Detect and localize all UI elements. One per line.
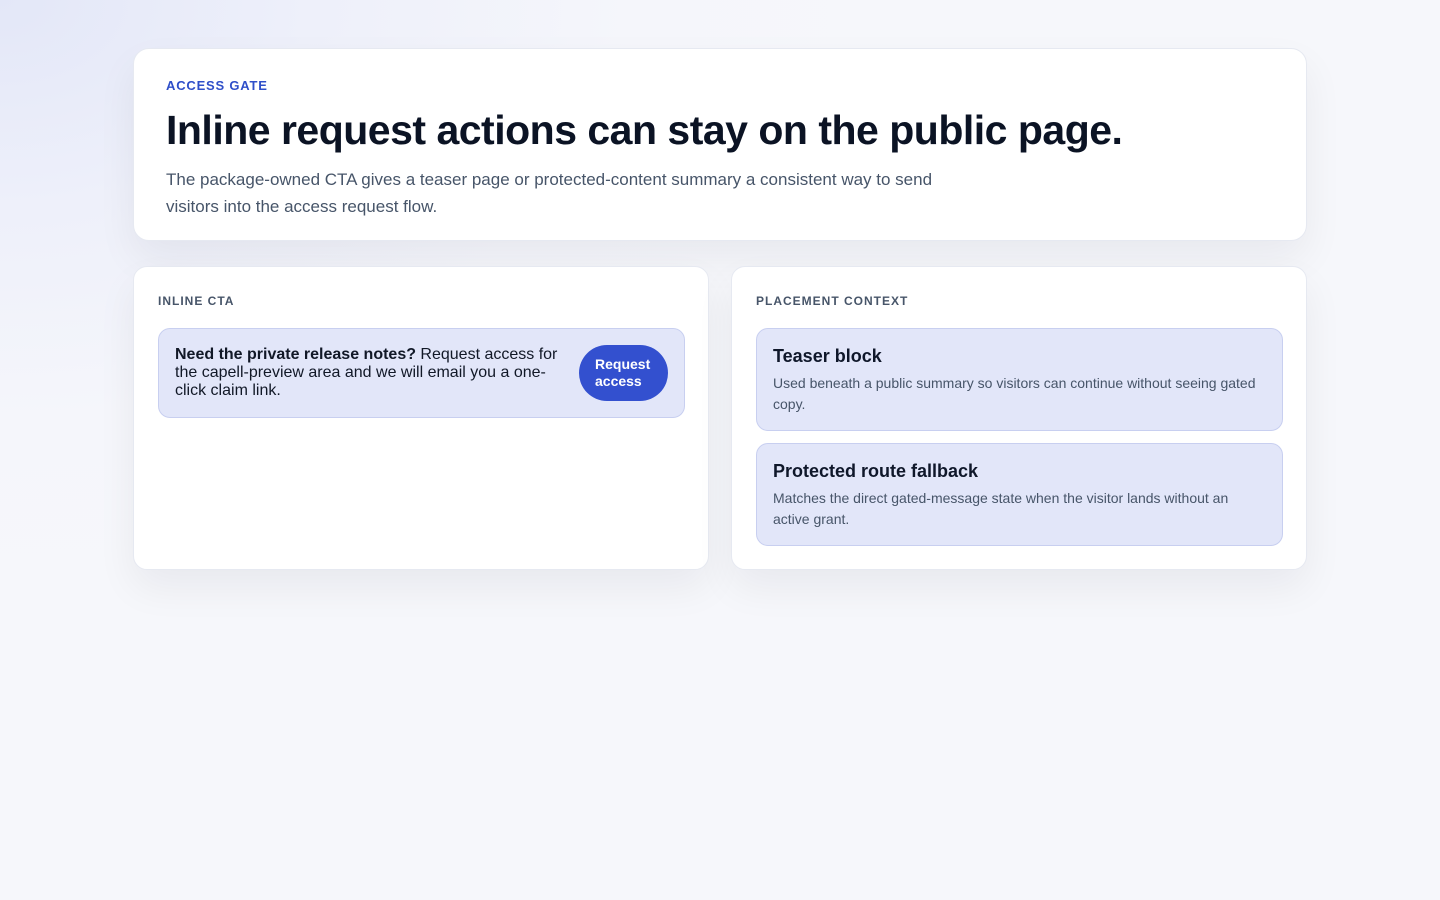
placement-card-protected-route-fallback: Protected route fallback Matches the dir… bbox=[756, 443, 1283, 546]
page-title: Inline request actions can stay on the p… bbox=[166, 107, 1123, 153]
placement-card-description: Used beneath a public summary so visitor… bbox=[773, 375, 1256, 412]
placement-context-panel: PLACEMENT CONTEXT Teaser block Used bene… bbox=[731, 266, 1307, 570]
request-access-button[interactable]: Request access bbox=[579, 345, 668, 401]
placement-card-description: Matches the direct gated-message state w… bbox=[773, 490, 1229, 527]
inline-cta-box: Need the private release notes? Request … bbox=[158, 328, 685, 418]
inline-cta-message: Need the private release notes? Request … bbox=[175, 346, 573, 400]
hero-description: The package-owned CTA gives a teaser pag… bbox=[166, 170, 933, 216]
placement-card-title: Teaser block bbox=[773, 346, 882, 366]
placement-context-heading: PLACEMENT CONTEXT bbox=[756, 294, 909, 308]
hero-eyebrow: ACCESS GATE bbox=[166, 78, 268, 93]
placement-card-title: Protected route fallback bbox=[773, 461, 979, 481]
hero-card: ACCESS GATE Inline request actions can s… bbox=[133, 48, 1307, 241]
inline-cta-lead: Need the private release notes? bbox=[175, 346, 416, 363]
inline-cta-heading: INLINE CTA bbox=[158, 294, 235, 308]
inline-cta-panel: INLINE CTA Need the private release note… bbox=[133, 266, 709, 570]
placement-card-teaser-block: Teaser block Used beneath a public summa… bbox=[756, 328, 1283, 431]
